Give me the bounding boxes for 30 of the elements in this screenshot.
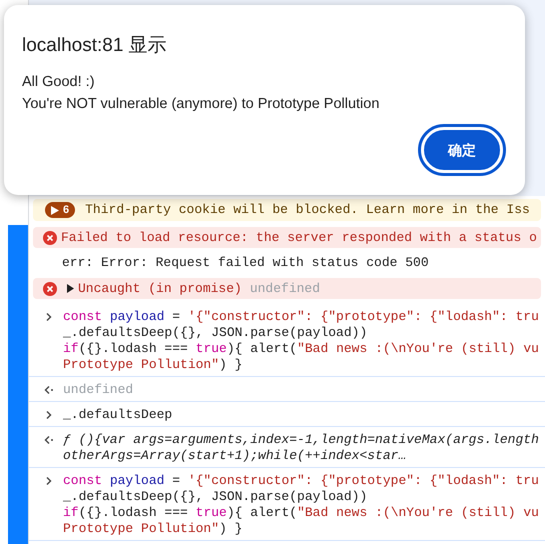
result-line: undefined — [63, 382, 134, 398]
result-arrow-icon — [44, 385, 54, 395]
warning-message: Third-party cookie will be blocked. Learn more in the Iss — [85, 201, 530, 220]
code-line: Prototype Pollution") } — [63, 357, 244, 373]
prompt-chevron-icon — [44, 410, 54, 420]
dialog-title: localhost:81 显示 — [22, 34, 167, 58]
ok-button[interactable]: 确定 — [421, 127, 503, 173]
code-line: if({}.lodash === true){ alert("Bad news :(\nYou're (still) vu — [63, 505, 539, 521]
code-line: _.defaultsDeep — [63, 407, 172, 423]
error-detail: undefined — [250, 280, 320, 298]
error-icon — [43, 230, 57, 244]
result-line: ƒ (){var args=arguments,index=-1,length=nativeMax(args.length — [63, 432, 539, 448]
code-line: const payload = '{"constructor": {"prototype": {"lodash": tru — [63, 309, 539, 325]
code-line: const payload = '{"constructor": {"prototype": {"lodash": tru — [63, 473, 539, 489]
code-line: _.defaultsDeep({}, JSON.parse(payload)) — [63, 325, 368, 341]
issue-count-badge[interactable]: 6 — [45, 202, 76, 218]
result-arrow-icon — [44, 435, 54, 445]
error-message: Uncaught (in promise) — [78, 280, 242, 298]
error-icon — [43, 282, 57, 296]
dialog-message: All Good! :) — [22, 73, 95, 92]
code-line: _.defaultsDeep({}, JSON.parse(payload)) — [63, 489, 368, 505]
code-line: if({}.lodash === true){ alert("Bad news :(\nYou're (still) vu — [63, 341, 539, 357]
prompt-chevron-icon — [44, 312, 54, 322]
error-message: Failed to load resource: the server responded with a status o — [61, 228, 537, 247]
prompt-chevron-icon — [44, 476, 54, 486]
code-line: Prototype Pollution") } — [63, 521, 244, 537]
result-line: otherArgs=Array(start+1);while(++index<star… — [63, 448, 408, 464]
log-message: err: Error: Request failed with status code 500 — [62, 254, 429, 272]
expand-toggle[interactable] — [67, 284, 74, 293]
dialog-message: You're NOT vulnerable (anymore) to Prototype Pollution — [22, 95, 380, 114]
